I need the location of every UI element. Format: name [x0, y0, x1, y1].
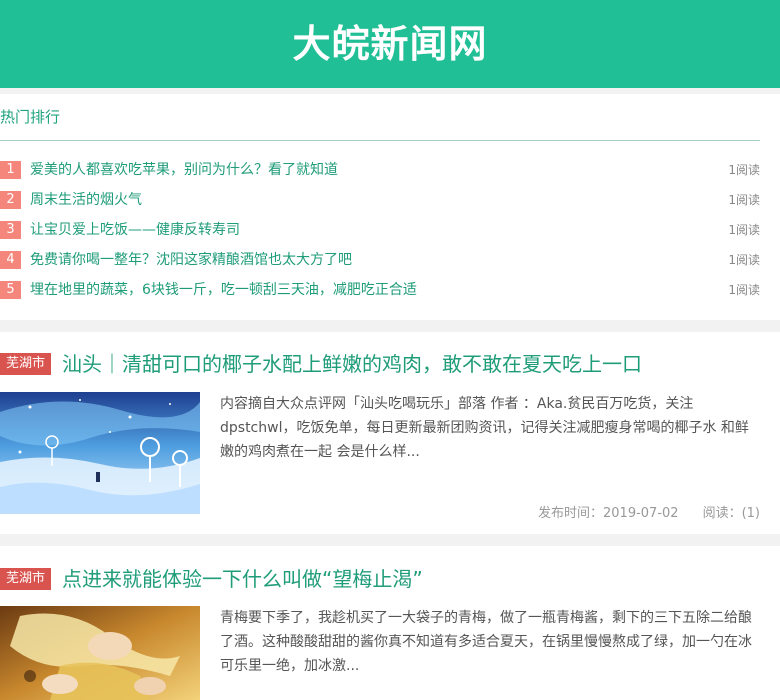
city-badge: 芜湖市 [0, 353, 52, 375]
hot-item: 1 爱美的人都喜欢吃苹果，别问为什么？看了就知道 1阅读 [0, 160, 760, 182]
read-count: 1阅读 [728, 193, 760, 207]
rank-badge: 3 [0, 221, 21, 239]
read-count: 1阅读 [728, 283, 760, 297]
article-excerpt: 内容摘自大众点评网「汕头吃喝玩乐」部落 作者 ：Aka.贫民百万吃货，关注dps… [220, 396, 749, 460]
hot-item-link[interactable]: 爱美的人都喜欢吃苹果，别问为什么？看了就知道 [30, 160, 338, 180]
hot-item: 2 周末生活的烟火气 1阅读 [0, 190, 760, 212]
rank-badge: 4 [0, 251, 21, 269]
hot-item-link[interactable]: 免费请你喝一整年？沈阳这家精酿酒馆也太大方了吧 [30, 250, 352, 270]
hot-ranking-title: 热门排行 [0, 108, 61, 126]
rank-badge: 2 [0, 191, 21, 209]
hot-item-link[interactable]: 周末生活的烟火气 [30, 190, 142, 210]
read-count: 1阅读 [728, 223, 760, 237]
article-card: 芜湖市 点进来就能体验一下什么叫做“望梅止渴” 青梅要下季了，我趁机买了一大袋子… [0, 546, 780, 700]
site-header: 大皖新闻网 [0, 0, 780, 88]
article-excerpt: 青梅要下季了，我趁机买了一大袋子的青梅，做了一瓶青梅酱，剩下的三下五除二给酿了酒… [220, 610, 752, 674]
hot-item: 5 埋在地里的蔬菜，6块钱一斤，吃一顿刮三天油，减肥吃正合适 1阅读 [0, 280, 760, 302]
read-count: 阅读：(1) [702, 506, 760, 521]
hot-item-link[interactable]: 埋在地里的蔬菜，6块钱一斤，吃一顿刮三天油，减肥吃正合适 [30, 280, 417, 300]
publish-time: 发布时间：2019-07-02 [538, 506, 679, 521]
read-count: 1阅读 [728, 253, 760, 267]
hot-item: 4 免费请你喝一整年？沈阳这家精酿酒馆也太大方了吧 1阅读 [0, 250, 760, 272]
article-meta: 发布时间：2019-07-02 阅读：(1) [538, 504, 760, 524]
article-title[interactable]: 汕头｜清甜可口的椰子水配上鲜嫩的鸡肉，敢不敢在夏天吃上一口 [62, 349, 642, 379]
article-thumbnail[interactable] [0, 606, 200, 700]
read-count: 1阅读 [728, 163, 760, 177]
hot-ranking-panel: 热门排行 1 爱美的人都喜欢吃苹果，别问为什么？看了就知道 1阅读 2 周末生活… [0, 94, 780, 320]
rank-badge: 5 [0, 281, 21, 299]
hot-item-link[interactable]: 让宝贝爱上吃饭——健康反转寿司 [30, 220, 240, 240]
divider [0, 140, 760, 141]
article-card: 芜湖市 汕头｜清甜可口的椰子水配上鲜嫩的鸡肉，敢不敢在夏天吃上一口 内容摘自大众… [0, 332, 780, 534]
rank-badge: 1 [0, 161, 21, 179]
article-thumbnail[interactable] [0, 392, 200, 514]
article-title[interactable]: 点进来就能体验一下什么叫做“望梅止渴” [62, 564, 423, 594]
site-title[interactable]: 大皖新闻网 [0, 22, 780, 66]
city-badge: 芜湖市 [0, 568, 52, 590]
hot-item: 3 让宝贝爱上吃饭——健康反转寿司 1阅读 [0, 220, 760, 242]
